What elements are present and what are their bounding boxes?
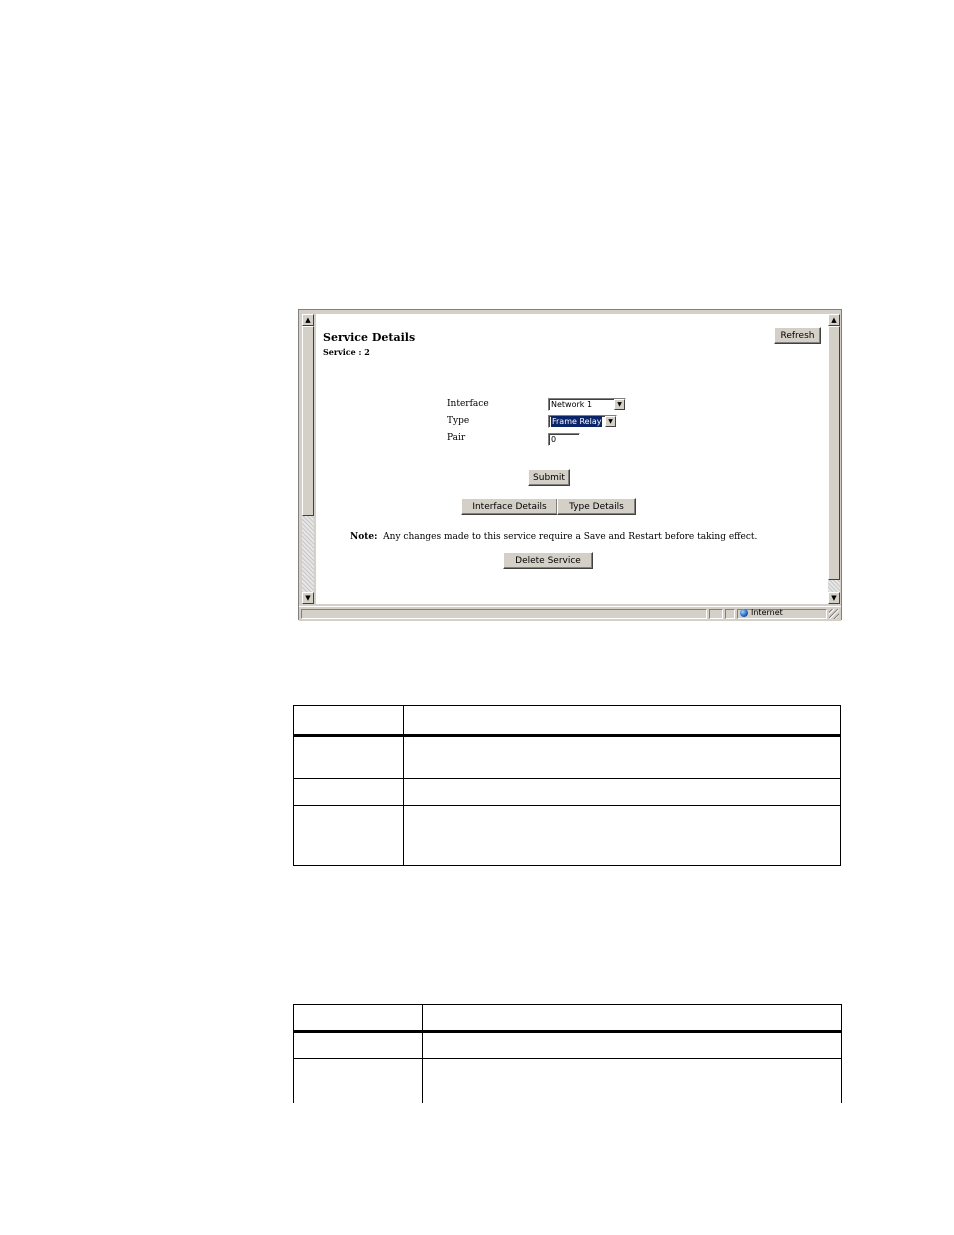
table-cell (403, 805, 841, 866)
table-cell (293, 735, 404, 779)
submit-button[interactable]: Submit (528, 469, 570, 486)
table-row (293, 735, 841, 779)
table-header-cell (422, 1004, 842, 1033)
scroll-thumb[interactable] (828, 326, 840, 580)
description-table-1 (293, 705, 841, 866)
zone-label: Internet (751, 608, 783, 617)
table-header-cell (293, 705, 404, 737)
scroll-thumb[interactable] (302, 326, 314, 516)
note-label: Note: (350, 532, 378, 542)
table-cell (403, 778, 841, 806)
table-cell (293, 778, 404, 806)
pair-input[interactable] (548, 433, 580, 446)
left-scrollbar[interactable]: ▲ ▼ (302, 314, 314, 604)
interface-select-value: Network 1 (551, 400, 593, 409)
status-pane (725, 609, 735, 619)
table-cell (422, 1058, 842, 1103)
type-label: Type (447, 416, 470, 426)
table-cell (422, 1031, 842, 1059)
table-row (293, 1058, 842, 1103)
service-number: Service : 2 (323, 347, 370, 357)
type-select[interactable]: Frame Relay ▼ (548, 415, 617, 428)
page-title: Service Details (323, 331, 416, 344)
page-content: Service Details Service : 2 Refresh Inte… (316, 314, 828, 604)
scroll-down-arrow-icon[interactable]: ▼ (302, 592, 314, 604)
pair-label: Pair (447, 433, 466, 443)
table-header-row (293, 705, 841, 737)
note-message: Any changes made to this service require… (383, 532, 758, 542)
status-bar: Internet (299, 606, 841, 621)
table-cell (293, 1058, 423, 1103)
right-scrollbar[interactable]: ▲ ▼ (828, 314, 840, 604)
interface-select[interactable]: Network 1 ▼ (548, 398, 626, 411)
description-table-2 (293, 1004, 842, 1103)
refresh-button[interactable]: Refresh (774, 327, 821, 344)
table-cell (403, 735, 841, 779)
interface-label: Interface (447, 399, 489, 409)
table-header-row (293, 1004, 842, 1033)
chevron-down-icon[interactable]: ▼ (605, 416, 616, 427)
delete-service-button[interactable]: Delete Service (503, 552, 593, 569)
scroll-up-arrow-icon[interactable]: ▲ (828, 314, 840, 326)
resize-grip-icon[interactable] (829, 609, 839, 619)
table-row (293, 1031, 842, 1059)
security-zone: Internet (740, 608, 783, 617)
status-message-pane (301, 609, 707, 619)
browser-window: ▲ ▼ Service Details Service : 2 Refresh … (298, 309, 842, 621)
table-cell (293, 1031, 423, 1059)
scroll-down-arrow-icon[interactable]: ▼ (828, 592, 840, 604)
scroll-up-arrow-icon[interactable]: ▲ (302, 314, 314, 326)
table-row (293, 778, 841, 806)
globe-icon (740, 608, 748, 617)
table-cell (293, 805, 404, 866)
chevron-down-icon[interactable]: ▼ (614, 399, 625, 410)
table-row (293, 805, 841, 866)
table-header-cell (403, 705, 841, 737)
table-header-cell (293, 1004, 423, 1033)
status-pane (709, 609, 723, 619)
note-text: Note: Any changes made to this service r… (350, 532, 757, 542)
type-select-value: Frame Relay (551, 416, 603, 427)
tab-type-details[interactable]: Type Details (557, 498, 636, 515)
tab-interface-details[interactable]: Interface Details (461, 498, 558, 515)
